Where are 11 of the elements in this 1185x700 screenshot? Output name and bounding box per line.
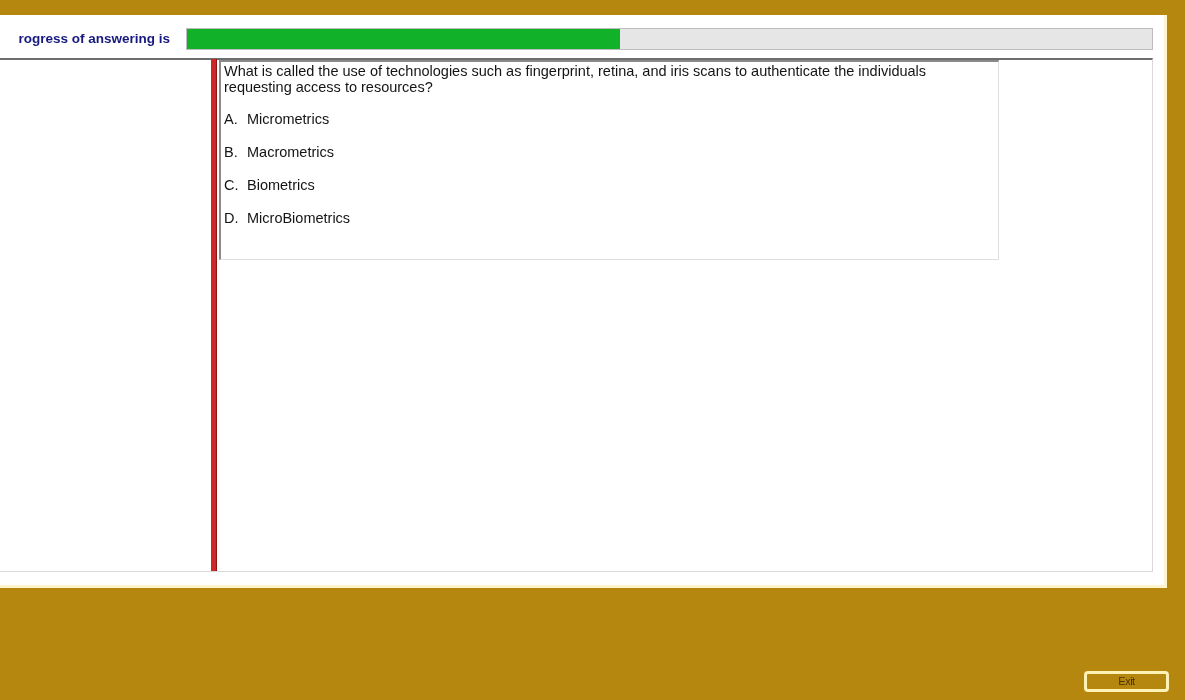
progress-label: rogress of answering is — [17, 30, 171, 48]
option-letter: A. — [224, 111, 239, 128]
option-text: Macrometrics — [247, 144, 334, 160]
option-letter: C. — [224, 177, 240, 194]
option-text: MicroBiometrics — [247, 210, 351, 226]
option-letter: D. — [224, 210, 240, 227]
exit-button[interactable]: Exit — [1084, 671, 1169, 692]
option-letter: B. — [224, 144, 239, 161]
question-text: What is called the use of technologies such as fingerprint, retina, and iris scans to authenticate the individuals requesting access to resources? — [224, 63, 928, 95]
option-text: Micrometrics — [247, 111, 330, 127]
option-text: Biometrics — [247, 177, 315, 193]
